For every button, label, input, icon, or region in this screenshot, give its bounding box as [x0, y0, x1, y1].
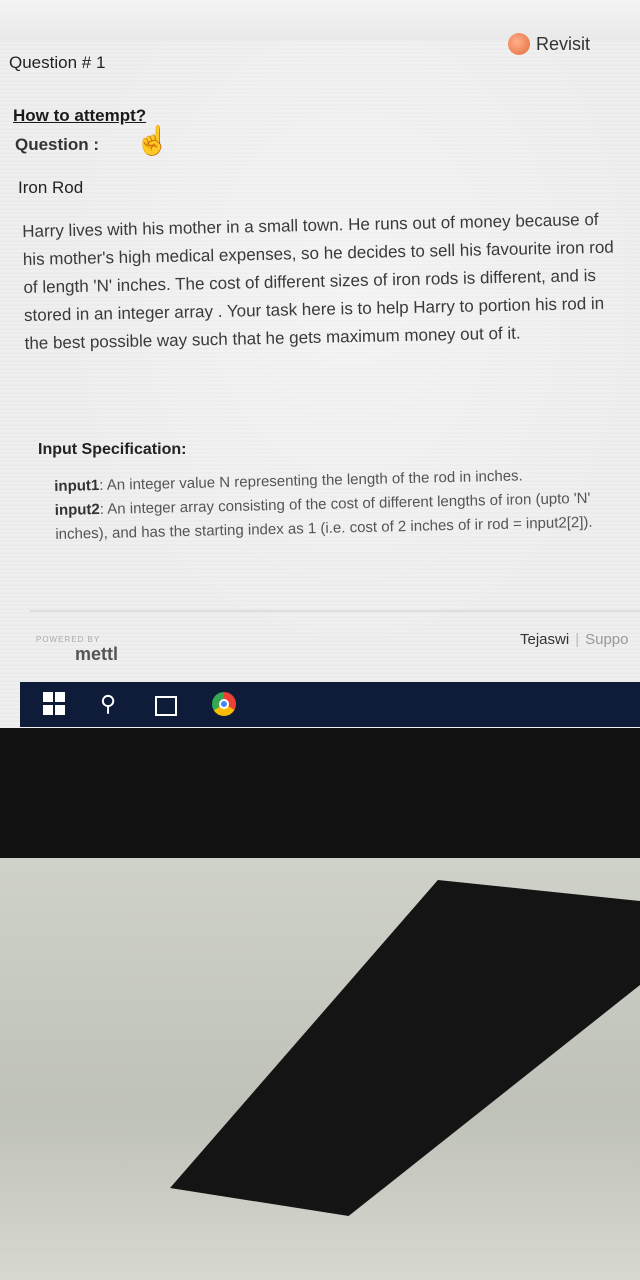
input2-text: : An integer array consisting of the cos… — [55, 489, 593, 543]
input-spec: input1: An integer value N representing … — [54, 462, 615, 547]
user-info: Tejaswi | Suppo — [520, 631, 628, 648]
problem-description: Harry lives with his mother in a small t… — [22, 209, 614, 353]
windows-taskbar: ⚲ — [20, 682, 640, 727]
user-name[interactable]: Tejaswi — [520, 631, 569, 648]
separator: | — [575, 631, 580, 648]
mettl-logo: mettl — [75, 644, 119, 664]
input-spec-heading: Input Specification: — [38, 441, 187, 458]
input1-label: input1 — [54, 476, 100, 495]
problem-title: Iron Rod — [18, 178, 84, 197]
hand-cursor-icon: ☝ — [135, 125, 170, 156]
footer-divider — [30, 610, 640, 612]
windows-start-icon[interactable] — [43, 692, 67, 716]
powered-by-label: POWERED BY — [36, 635, 101, 644]
input2-label: input2 — [54, 500, 100, 519]
how-to-attempt-link[interactable]: How to attempt? — [13, 106, 146, 126]
question-number: Question # 1 — [9, 53, 106, 72]
question-label: Question : — [15, 135, 100, 154]
monitor-bezel — [0, 728, 640, 868]
chrome-icon[interactable] — [212, 692, 236, 716]
monitor-screen: Question # 1 Revisit How to attempt? ☝ Q… — [0, 0, 640, 730]
revisit-button[interactable]: Revisit — [508, 33, 590, 55]
search-icon[interactable]: ⚲ — [100, 692, 124, 716]
revisit-label: Revisit — [536, 33, 591, 54]
task-view-icon[interactable] — [155, 696, 177, 716]
support-link[interactable]: Suppo — [585, 631, 628, 648]
revisit-icon — [508, 33, 530, 55]
